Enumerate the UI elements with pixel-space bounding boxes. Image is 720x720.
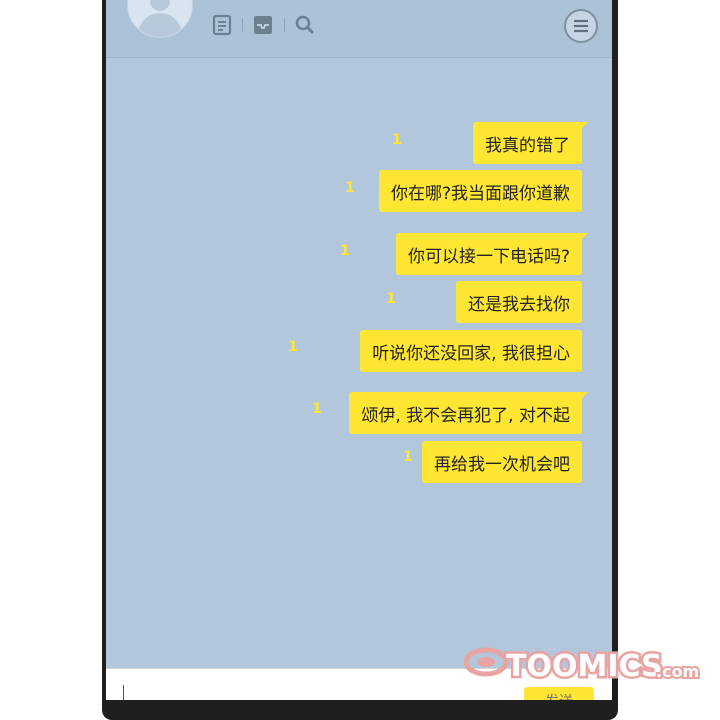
- send-button[interactable]: 发送: [524, 687, 594, 700]
- hamburger-menu-icon[interactable]: [564, 9, 598, 43]
- message-text: 你可以接一下电话吗?: [407, 246, 570, 267]
- avatar-body-shape: [138, 13, 182, 37]
- message-bubble[interactable]: 颂伊, 我不会再犯了, 对不起: [349, 392, 588, 434]
- chat-header: [106, 0, 612, 58]
- text-cursor: [123, 685, 124, 700]
- svg-text:.com: .com: [656, 662, 699, 681]
- document-icon[interactable]: [211, 14, 233, 36]
- toomics-watermark-logo: TOOMICS .com: [464, 647, 701, 686]
- message-bubble[interactable]: 你在哪?我当面跟你道歉: [378, 170, 582, 212]
- message-bubble[interactable]: 你可以接一下电话吗?: [395, 233, 589, 275]
- message-text: 你在哪?我当面跟你道歉: [390, 183, 570, 204]
- message-text: 听说你还没回家, 我很担心: [372, 343, 570, 364]
- message-bubble[interactable]: 还是我去找你: [456, 281, 582, 323]
- svg-text:TOOMICS: TOOMICS: [506, 649, 663, 684]
- message-text: 再给我一次机会吧: [434, 454, 570, 475]
- unread-count: 1: [340, 243, 350, 259]
- unread-count: 1: [392, 132, 402, 148]
- unread-count: 1: [345, 180, 355, 196]
- message-text: 我真的错了: [485, 135, 570, 156]
- avatar-head-shape: [150, 0, 170, 11]
- message-text: 颂伊, 我不会再犯了, 对不起: [361, 405, 570, 426]
- unread-count: 1: [312, 401, 322, 417]
- unread-count: 1: [288, 339, 298, 355]
- unread-count: 1: [403, 449, 413, 465]
- header-divider: [242, 18, 243, 32]
- message-list: 我真的错了 1 你在哪?我当面跟你道歉 1 你可以接一下电话吗? 1 还是我去找…: [106, 57, 612, 668]
- message-bubble[interactable]: 再给我一次机会吧: [422, 441, 582, 483]
- chat-screen: 我真的错了 1 你在哪?我当面跟你道歉 1 你可以接一下电话吗? 1 还是我去找…: [106, 0, 612, 700]
- header-divider: [284, 18, 285, 32]
- message-bubble[interactable]: 听说你还没回家, 我很担心: [360, 330, 582, 372]
- message-bubble[interactable]: 我真的错了: [473, 122, 588, 164]
- profile-avatar[interactable]: [127, 0, 193, 38]
- message-text: 还是我去找你: [468, 294, 570, 315]
- search-icon[interactable]: [294, 14, 316, 36]
- inbox-icon[interactable]: [252, 14, 274, 36]
- unread-count: 1: [386, 291, 396, 307]
